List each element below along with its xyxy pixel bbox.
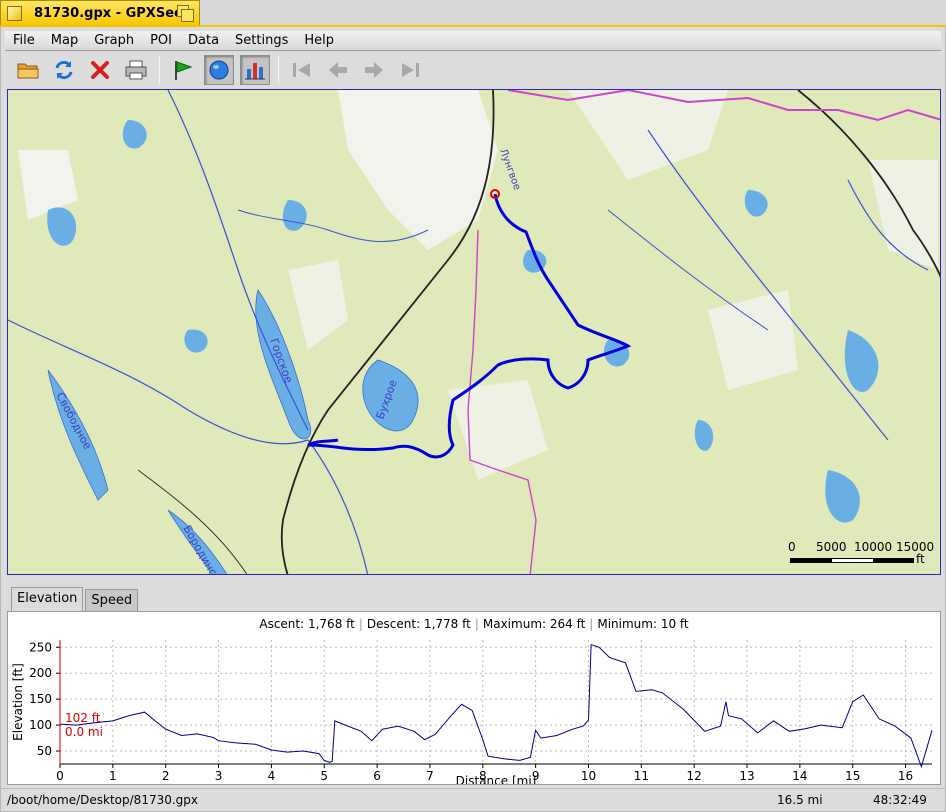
toolbar-separator [278,56,279,84]
status-bar: /boot/home/Desktop/81730.gpx 16.5 mi 48:… [1,788,945,812]
slider-distance-label: 0.0 mi [65,725,103,739]
x-tick-label: 15 [845,769,860,783]
x-tick-label: 5 [320,769,328,783]
map-scale-bar: 0 5000 10000 15000 ft [788,538,934,566]
menu-data[interactable]: Data [180,31,227,50]
menu-graph[interactable]: Graph [86,31,142,50]
status-distance: 16.5 mi [777,793,823,807]
menu-help[interactable]: Help [296,31,342,50]
tab-speed[interactable]: Speed [85,589,139,611]
chart-icon [245,63,265,80]
x-tick-label: 1 [109,769,117,783]
flag-icon [175,61,193,80]
x-tick-label: 16 [898,769,913,783]
printer-icon [125,60,147,80]
x-tick-label: 7 [426,769,434,783]
scale-tick-label: 5000 [816,540,847,554]
menu-poi[interactable]: POI [142,31,180,50]
x-tick-label: 3 [215,769,223,783]
window-tab[interactable]: 81730.gpx - GPXSee [0,0,200,25]
menu-settings[interactable]: Settings [227,31,296,50]
close-icon [91,61,109,79]
first-file-button[interactable] [287,55,317,85]
show-poi-button[interactable] [168,55,198,85]
x-tick-label: 2 [162,769,170,783]
app-window: File Map Graph POI Data Settings Help Го… [0,25,946,812]
y-tick-label: 50 [37,744,52,758]
toolbar [5,52,941,88]
scale-unit: ft [916,552,925,566]
close-file-button[interactable] [85,55,115,85]
slider-elevation-label: 102 ft [65,711,101,725]
x-tick-label: 13 [739,769,754,783]
x-tick-label: 6 [373,769,381,783]
status-time: 48:32:49 [873,793,927,807]
elevation-graph-panel[interactable]: Ascent: 1,768 ft | Descent: 1,778 ft | Maxim… [7,611,941,785]
next-icon [365,62,383,78]
x-tick-label: 11 [634,769,649,783]
show-map-button[interactable] [204,55,234,85]
x-axis-label: Distance [mi] [456,774,537,784]
scale-tick-label: 0 [788,540,796,554]
print-button[interactable] [121,55,151,85]
x-tick-label: 4 [268,769,276,783]
zoom-window-icon[interactable] [177,5,194,22]
elevation-line [59,644,933,769]
elevation-chart[interactable]: 0 1 2 3 4 5 6 7 8 9 10 11 12 13 14 15 1650100150200250Di… [8,612,940,784]
menu-bar: File Map Graph POI Data Settings Help [5,31,941,51]
open-file-button[interactable] [13,55,43,85]
reload-icon [55,60,73,80]
folder-icon [17,63,39,79]
globe-icon [209,60,229,80]
map-canvas[interactable]: Горское Бухрое Свободное Бородинское Лун… [8,90,941,575]
y-tick-label: 250 [29,640,52,654]
y-tick-label: 100 [29,718,52,732]
menu-file[interactable]: File [5,31,43,50]
close-window-icon[interactable] [7,5,22,21]
show-graphs-button[interactable] [240,55,270,85]
tab-elevation[interactable]: Elevation [11,587,84,611]
window-title: 81730.gpx - GPXSee [34,5,183,21]
last-file-button[interactable] [395,55,425,85]
scale-bar-graphic [790,558,914,563]
first-icon [293,63,310,77]
status-file-path: /boot/home/Desktop/81730.gpx [7,793,199,807]
x-tick-label: 12 [687,769,702,783]
reload-button[interactable] [49,55,79,85]
graph-tabs: Elevation Speed [11,587,140,611]
scale-tick-label: 10000 [854,540,893,554]
x-tick-label: 0 [56,769,64,783]
x-tick-label: 14 [792,769,807,783]
y-tick-label: 200 [29,666,52,680]
y-tick-label: 150 [29,692,52,706]
map-view[interactable]: Горское Бухрое Свободное Бородинское Лун… [7,89,941,575]
toolbar-separator [159,56,160,84]
menu-map[interactable]: Map [43,31,86,50]
previous-file-button[interactable] [323,55,353,85]
previous-icon [329,62,347,78]
last-icon [402,63,419,77]
x-tick-label: 10 [581,769,596,783]
y-axis-label: Elevation [ft] [11,663,25,741]
next-file-button[interactable] [359,55,389,85]
